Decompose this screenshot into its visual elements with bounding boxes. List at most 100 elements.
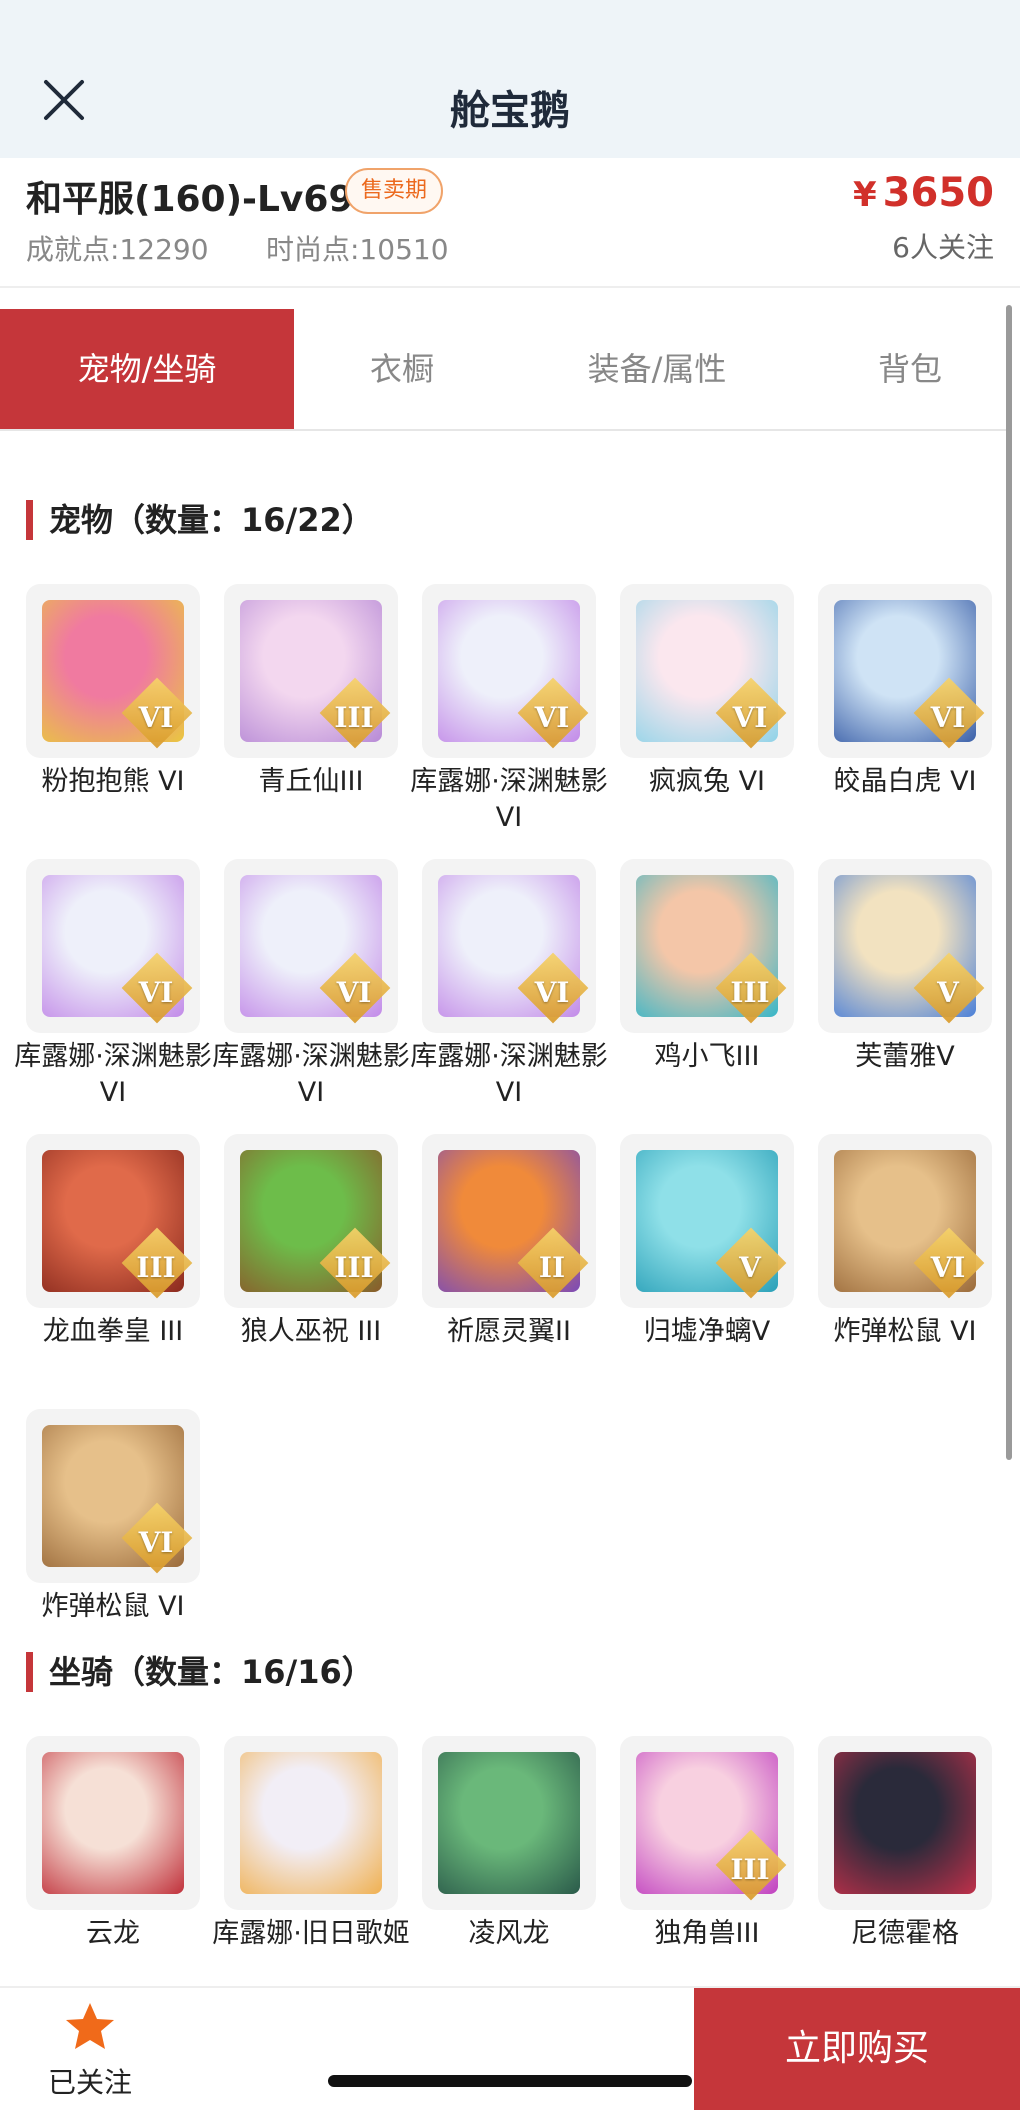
pets-item[interactable]: VI 库露娜·深渊魅影VI: [14, 859, 212, 1111]
pets-item[interactable]: VI 粉抱抱熊 VI: [26, 584, 200, 800]
tier-label: III: [334, 701, 374, 734]
mounts-name: 凌风龙: [468, 1918, 550, 1949]
pets-item[interactable]: III 龙血拳皇 III: [26, 1134, 200, 1350]
pets-item[interactable]: III 鸡小飞III: [620, 859, 794, 1075]
achievement-points: 成就点:12290: [26, 233, 209, 266]
buy-now-button[interactable]: 立即购买: [694, 1988, 1020, 2110]
follow-label: 已关注: [47, 2066, 132, 2099]
pets-name: 粉抱抱熊 VI: [41, 766, 185, 797]
kuluna-singer-icon: [240, 1752, 382, 1894]
pets-item[interactable]: VI 库露娜·深渊魅影VI: [212, 859, 410, 1111]
pets-name: 库露娜·深渊魅影VI: [212, 1041, 410, 1108]
pets-item[interactable]: VI 炸弹松鼠 VI: [818, 1134, 992, 1350]
pets-thumbnail: VI: [26, 584, 200, 758]
pets-name: 炸弹松鼠 VI: [833, 1316, 977, 1347]
pets-item[interactable]: V 归墟净螭V: [620, 1134, 794, 1350]
pets-item[interactable]: VI 疯疯兔 VI: [620, 584, 794, 800]
pets-section-title: 宠物（数量：16/22）: [26, 500, 374, 540]
tier-label: VI: [930, 1251, 966, 1284]
follow-button[interactable]: 已关注: [30, 2000, 150, 2100]
tier-label: V: [937, 976, 959, 1009]
scrollbar[interactable]: [1006, 305, 1012, 1460]
pets-item[interactable]: VI 库露娜·深渊魅影VI: [410, 584, 608, 836]
mounts-name: 尼德霍格: [851, 1918, 959, 1949]
mounts-thumbnail: III: [620, 1736, 794, 1910]
pets-thumbnail: VI: [818, 1134, 992, 1308]
pets-name: 库露娜·深渊魅影VI: [410, 1041, 608, 1108]
nidhogg-icon: [834, 1752, 976, 1894]
tier-label: VI: [534, 976, 570, 1009]
top-navigation-bar: 舱宝鹅: [0, 0, 1020, 158]
cloud-dragon-icon: [42, 1752, 184, 1894]
category-tabs: 宠物/坐骑 衣橱 装备/属性 背包: [0, 309, 1008, 431]
pets-thumbnail: VI: [422, 584, 596, 758]
tab-pets-mounts[interactable]: 宠物/坐骑: [0, 309, 294, 429]
mounts-name: 库露娜·旧日歌姬: [212, 1918, 410, 1949]
pets-name: 归墟净螭V: [643, 1316, 771, 1347]
pets-name: 青丘仙III: [258, 766, 364, 797]
pets-name: 龙血拳皇 III: [42, 1316, 184, 1347]
home-indicator: [328, 2075, 692, 2087]
mounts-thumbnail: [224, 1736, 398, 1910]
tier-label: III: [334, 1251, 374, 1284]
star-icon: [66, 2003, 114, 2049]
mounts-item[interactable]: 凌风龙: [422, 1736, 596, 1952]
pets-item[interactable]: VI 炸弹松鼠 VI: [26, 1409, 200, 1625]
tier-label: III: [136, 1251, 176, 1284]
mounts-item[interactable]: 库露娜·旧日歌姬: [212, 1736, 410, 1952]
mounts-thumbnail: [26, 1736, 200, 1910]
mounts-thumbnail: [818, 1736, 992, 1910]
tier-label: VI: [138, 701, 174, 734]
currency-symbol: ¥: [853, 175, 877, 215]
pets-thumbnail: VI: [26, 859, 200, 1033]
pets-item[interactable]: III 狼人巫祝 III: [224, 1134, 398, 1350]
pets-item[interactable]: VI 库露娜·深渊魅影VI: [410, 859, 608, 1111]
mounts-item[interactable]: 尼德霍格: [818, 1736, 992, 1952]
price-value: 3650: [882, 170, 994, 216]
pets-thumbnail: III: [224, 1134, 398, 1308]
pets-name: 库露娜·深渊魅影VI: [14, 1041, 212, 1108]
pets-name: 芙蕾雅V: [855, 1041, 955, 1072]
mounts-section-title: 坐骑（数量：16/16）: [26, 1652, 374, 1692]
tier-label: VI: [732, 701, 768, 734]
mounts-name: 云龙: [86, 1918, 140, 1949]
tab-wardrobe[interactable]: 衣橱: [294, 309, 510, 429]
pets-thumbnail: VI: [422, 859, 596, 1033]
pets-thumbnail: V: [620, 1134, 794, 1308]
bottom-action-bar: 已关注 立即购买: [0, 1986, 1020, 2110]
pets-name: 皎晶白虎 VI: [833, 766, 977, 797]
page-title: 舱宝鹅: [450, 88, 570, 134]
pets-item[interactable]: VI 皎晶白虎 VI: [818, 584, 992, 800]
pets-item[interactable]: V 芙蕾雅V: [818, 859, 992, 1075]
mounts-thumbnail: [422, 1736, 596, 1910]
pets-thumbnail: V: [818, 859, 992, 1033]
price: ¥3650: [853, 170, 994, 216]
pets-thumbnail: II: [422, 1134, 596, 1308]
tab-backpack[interactable]: 背包: [830, 309, 990, 429]
server-level-label: 和平服(160)-Lv69: [26, 179, 354, 220]
pets-name: 狼人巫祝 III: [240, 1316, 382, 1347]
pets-thumbnail: III: [620, 859, 794, 1033]
pets-thumbnail: VI: [620, 584, 794, 758]
wind-dragon-icon: [438, 1752, 580, 1894]
mounts-item[interactable]: 云龙: [26, 1736, 200, 1952]
pets-thumbnail: III: [26, 1134, 200, 1308]
pets-thumbnail: VI: [26, 1409, 200, 1583]
pets-name: 炸弹松鼠 VI: [41, 1591, 185, 1622]
tab-equipment-attributes[interactable]: 装备/属性: [540, 309, 774, 429]
mounts-name: 独角兽III: [654, 1918, 760, 1949]
tier-label: III: [730, 1853, 770, 1886]
pets-name: 疯疯兔 VI: [648, 766, 765, 797]
sale-status-badge: 售卖期: [345, 168, 444, 214]
tier-label: II: [538, 1251, 566, 1284]
mounts-item[interactable]: III 独角兽III: [620, 1736, 794, 1952]
pets-thumbnail: III: [224, 584, 398, 758]
pets-item[interactable]: III 青丘仙III: [224, 584, 398, 800]
tier-label: VI: [138, 1526, 174, 1559]
tier-label: VI: [336, 976, 372, 1009]
pets-item[interactable]: II 祈愿灵翼II: [422, 1134, 596, 1350]
tier-label: VI: [534, 701, 570, 734]
tier-label: VI: [138, 976, 174, 1009]
pets-thumbnail: VI: [818, 584, 992, 758]
tier-label: VI: [930, 701, 966, 734]
